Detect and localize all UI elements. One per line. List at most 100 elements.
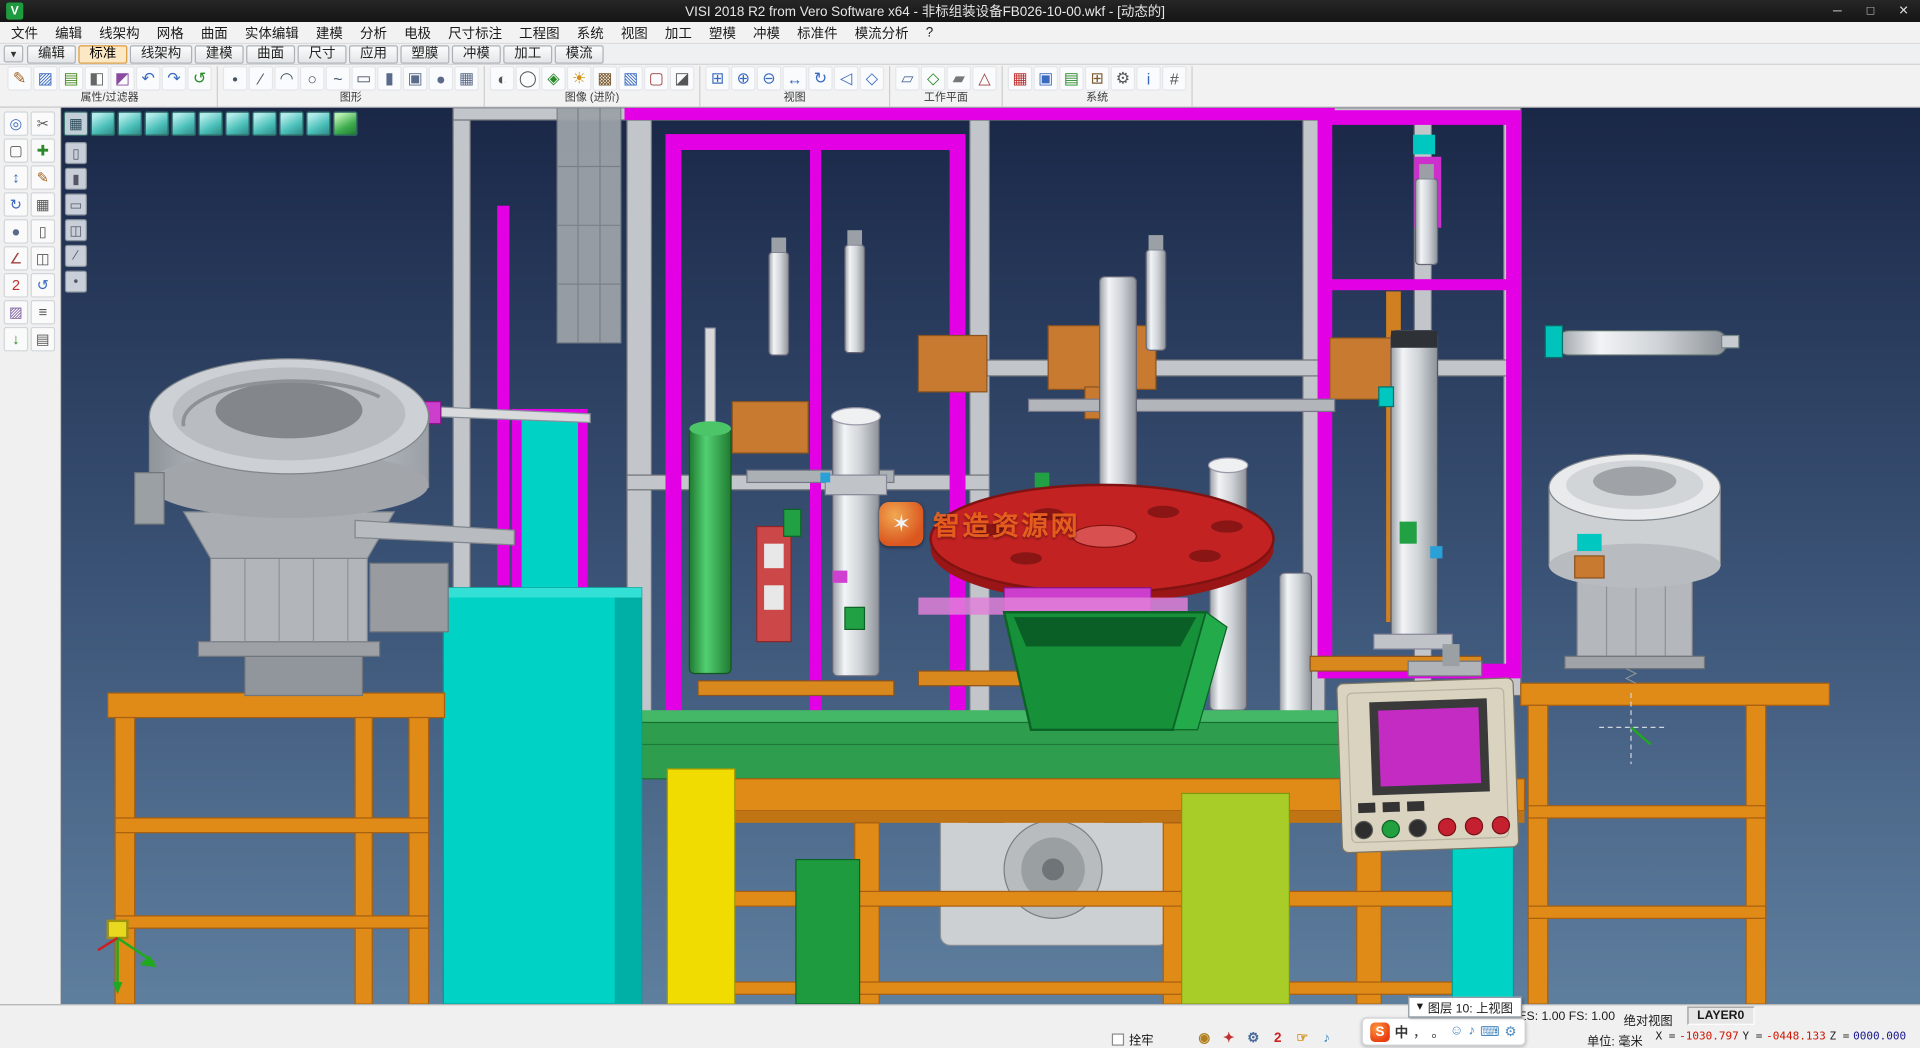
- ime-keyboard-icon[interactable]: ⌨: [1480, 1024, 1499, 1040]
- viewport-grid-icon[interactable]: ▦: [64, 111, 88, 135]
- tab-modeling[interactable]: 建模: [195, 45, 244, 63]
- count-icon[interactable]: 2: [1269, 1029, 1287, 1047]
- cut-tool-icon[interactable]: ✂: [31, 111, 55, 135]
- menu-electrode[interactable]: 电极: [396, 22, 440, 43]
- workplane-xy-icon[interactable]: ▱: [895, 66, 919, 90]
- edit-icon[interactable]: ✎: [31, 165, 55, 189]
- ime-emoji-icon[interactable]: ☺: [1450, 1024, 1464, 1040]
- view-left-cube-icon[interactable]: [198, 111, 222, 135]
- stack-icon[interactable]: ≡: [31, 300, 55, 324]
- maximize-button[interactable]: □: [1854, 0, 1887, 22]
- display-settings-icon[interactable]: ▣: [1033, 66, 1057, 90]
- minimize-button[interactable]: ─: [1821, 0, 1854, 22]
- selection-filter-icon[interactable]: ▯: [65, 142, 87, 164]
- rotate-icon[interactable]: ↻: [4, 192, 28, 216]
- menu-flow-analysis[interactable]: 模流分析: [846, 22, 917, 43]
- view-top-cube-icon[interactable]: [118, 111, 142, 135]
- sphere-tool-icon[interactable]: ●: [4, 219, 28, 243]
- ime-punct-period[interactable]: 。: [1431, 1022, 1444, 1042]
- ime-bar[interactable]: S 中 ， 。 ☺♪⌨⚙: [1362, 1018, 1525, 1046]
- refresh-icon[interactable]: ↺: [187, 66, 211, 90]
- system-settings-icon[interactable]: ⚙: [1111, 66, 1135, 90]
- tab-dimension[interactable]: 尺寸: [298, 45, 347, 63]
- view-dynamic-cube-icon[interactable]: [306, 111, 330, 135]
- mesh-icon[interactable]: ▦: [454, 66, 478, 90]
- selection-mask-icon[interactable]: ◩: [110, 66, 134, 90]
- shaded-cube-icon[interactable]: [333, 111, 357, 135]
- attributes-pencil-icon[interactable]: ✎: [7, 66, 31, 90]
- wireframe-render-icon[interactable]: ◯: [516, 66, 540, 90]
- tab-application[interactable]: 应用: [349, 45, 398, 63]
- menu-analysis[interactable]: 分析: [351, 22, 395, 43]
- export-icon[interactable]: ↓: [4, 327, 28, 351]
- box-select-icon[interactable]: ▢: [4, 138, 28, 162]
- cylinder-icon[interactable]: ▮: [377, 66, 401, 90]
- point-filter-icon[interactable]: •: [65, 271, 87, 293]
- snap-settings-icon[interactable]: ⊞: [1085, 66, 1109, 90]
- fill-icon[interactable]: ▨: [4, 300, 28, 324]
- menu-solid-edit[interactable]: 实体编辑: [236, 22, 307, 43]
- ime-mic-icon[interactable]: ♪: [1468, 1024, 1475, 1040]
- menu-view[interactable]: 视图: [612, 22, 656, 43]
- circle-icon[interactable]: ○: [300, 66, 324, 90]
- calculator-icon[interactable]: #: [1162, 66, 1186, 90]
- tab-edit[interactable]: 编辑: [27, 45, 76, 63]
- tab-wireframe[interactable]: 线架构: [130, 45, 192, 63]
- color-picker-icon[interactable]: ▨: [33, 66, 57, 90]
- lock-checkbox[interactable]: [1112, 1033, 1124, 1045]
- previous-view-icon[interactable]: ◁: [834, 66, 858, 90]
- zoom-fit-icon[interactable]: ⊞: [705, 66, 729, 90]
- tab-machining[interactable]: 加工: [503, 45, 552, 63]
- view-bottom-cube-icon[interactable]: [252, 111, 276, 135]
- view-iso-cube-icon[interactable]: [91, 111, 115, 135]
- zoom-tool-icon[interactable]: ◎: [4, 111, 28, 135]
- view-back-cube-icon[interactable]: [171, 111, 195, 135]
- tab-surface[interactable]: 曲面: [246, 45, 295, 63]
- tab-flow[interactable]: 模流: [555, 45, 604, 63]
- layer-manager-icon[interactable]: ▤: [1059, 66, 1083, 90]
- menu-machining[interactable]: 加工: [656, 22, 700, 43]
- shaded-render-icon[interactable]: ◐: [490, 66, 514, 90]
- lock-icon[interactable]: ◉: [1195, 1029, 1213, 1047]
- menu-wireframe[interactable]: 线架构: [91, 22, 149, 43]
- menu-drafting[interactable]: 工程图: [511, 22, 569, 43]
- ime-punct-comma[interactable]: ，: [1413, 1022, 1426, 1042]
- texture-icon[interactable]: ▩: [593, 66, 617, 90]
- clipboard-icon[interactable]: ▯: [31, 219, 55, 243]
- workplane-3pt-icon[interactable]: ◇: [921, 66, 945, 90]
- undo-icon[interactable]: ↶: [136, 66, 160, 90]
- menu-edit[interactable]: 编辑: [47, 22, 91, 43]
- edge-filter-icon[interactable]: ◫: [65, 219, 87, 241]
- material-icon[interactable]: ◈: [541, 66, 565, 90]
- environment-icon[interactable]: ▧: [618, 66, 642, 90]
- pan-icon[interactable]: ↔: [782, 66, 806, 90]
- mic-icon[interactable]: ♪: [1318, 1029, 1336, 1047]
- gear-icon[interactable]: ⚙: [1244, 1029, 1262, 1047]
- view-trimetric-cube-icon[interactable]: [279, 111, 303, 135]
- arc-icon[interactable]: ◠: [274, 66, 298, 90]
- menu-surface[interactable]: 曲面: [192, 22, 236, 43]
- wire-filter-icon[interactable]: ∕: [65, 245, 87, 267]
- color-grid-icon[interactable]: ▦: [1008, 66, 1032, 90]
- mirror-icon[interactable]: ◫: [31, 246, 55, 270]
- view-right-cube-icon[interactable]: [225, 111, 249, 135]
- lock-toggle[interactable]: 拴牢: [1112, 1030, 1154, 1048]
- menu-dimensioning[interactable]: 尺寸标注: [440, 22, 511, 43]
- solid-filter-icon[interactable]: ▮: [65, 168, 87, 190]
- line-icon[interactable]: ∕: [249, 66, 273, 90]
- menu-modeling[interactable]: 建模: [307, 22, 351, 43]
- view-front-cube-icon[interactable]: [144, 111, 168, 135]
- translate-icon[interactable]: ↕: [4, 165, 28, 189]
- sogou-logo-icon[interactable]: S: [1370, 1022, 1390, 1042]
- close-button[interactable]: ✕: [1887, 0, 1920, 22]
- ime-language-toggle[interactable]: 中: [1395, 1022, 1408, 1042]
- tab-molding[interactable]: 塑膜: [400, 45, 449, 63]
- viewport-3d[interactable]: ▦ ▯▮▭◫∕• ✶ 智造资源网: [61, 108, 1920, 1004]
- measure-icon[interactable]: ∠: [4, 246, 28, 270]
- array-icon[interactable]: ▦: [31, 192, 55, 216]
- block-icon[interactable]: ▣: [403, 66, 427, 90]
- tab-stamping[interactable]: 冲模: [452, 45, 501, 63]
- workplane-face-icon[interactable]: ▰: [947, 66, 971, 90]
- rectangle-icon[interactable]: ▭: [351, 66, 375, 90]
- menu-help[interactable]: ?: [917, 22, 942, 43]
